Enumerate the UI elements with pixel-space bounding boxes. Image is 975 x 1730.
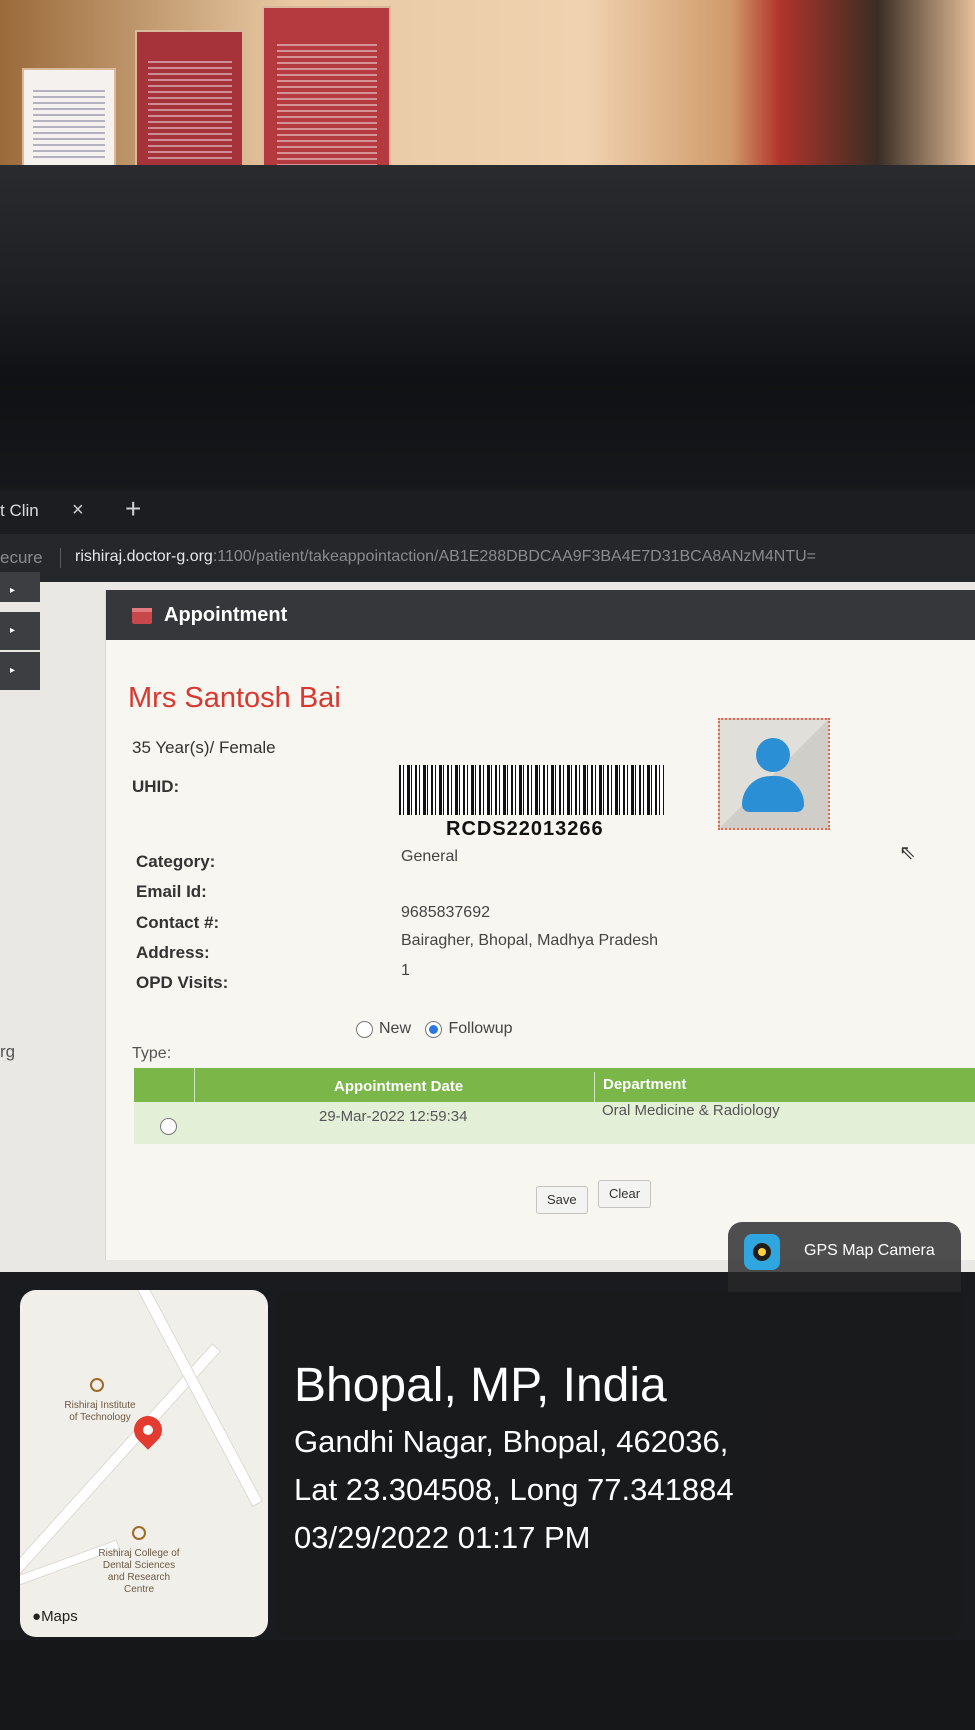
type-option-followup[interactable]: Followup [425, 1020, 513, 1038]
table-header-select [134, 1068, 195, 1102]
divider [60, 548, 61, 568]
opd-visits-value: 1 [401, 962, 410, 979]
panel-header: Appointment [106, 590, 975, 640]
new-tab-button[interactable]: + [125, 493, 141, 525]
desk-surface [0, 1640, 975, 1730]
close-icon[interactable]: × [72, 499, 84, 522]
uhid-label: UHID: [132, 777, 180, 796]
contact-label: Contact #: [136, 913, 220, 932]
gps-info-card: Bhopal, MP, India Gandhi Nagar, Bhopal, … [276, 1292, 961, 1637]
gps-address: Gandhi Nagar, Bhopal, 462036, [294, 1424, 729, 1459]
radio-label: New [379, 1020, 412, 1037]
radio-button[interactable] [356, 1020, 373, 1038]
radio-button-checked[interactable] [425, 1020, 443, 1038]
browser-tab[interactable]: t Clin × [0, 490, 115, 530]
address-label: Address: [136, 943, 210, 962]
maps-logo-text: Maps [41, 1608, 78, 1625]
url-host: rishiraj.doctor-g.org [75, 548, 213, 565]
gps-coordinates: Lat 23.304508, Long 77.341884 [294, 1472, 734, 1507]
row-select-radio[interactable] [160, 1118, 177, 1135]
appointment-table: Appointment Date Department 29-Mar-2022 … [134, 1068, 975, 1144]
url-path: :1100/patient/takeappointaction/AB1E288D… [212, 548, 816, 565]
clear-button[interactable]: Clear [598, 1180, 652, 1208]
poi-marker-icon [132, 1526, 146, 1540]
browser-tabbar: t Clin × + [0, 490, 975, 530]
calendar-icon [132, 608, 152, 624]
map-thumbnail: Rishiraj Institute of Technology Rishira… [20, 1290, 268, 1637]
gps-datetime: 03/29/2022 01:17 PM [294, 1520, 591, 1555]
opd-visits-label: OPD Visits: [136, 973, 229, 992]
type-option-new[interactable]: New [356, 1020, 411, 1038]
appointment-department: Oral Medicine & Radiology [602, 1102, 780, 1119]
security-label[interactable]: ecure [0, 548, 43, 568]
avatar-icon [756, 738, 790, 772]
table-header-department: Department [594, 1072, 686, 1102]
uhid-value: RCDS22013266 [446, 818, 604, 840]
type-radio-group: New Followup [356, 1020, 523, 1038]
sidebar-text: rg [0, 1042, 16, 1061]
poi-marker-icon [90, 1378, 104, 1392]
chevron-right-icon: ▸ [10, 585, 16, 596]
url-text[interactable]: rishiraj.doctor-g.org:1100/patient/takea… [75, 548, 816, 566]
email-label: Email Id: [136, 882, 207, 901]
mouse-cursor-icon: ⇖ [899, 842, 916, 864]
wall-poster [262, 6, 391, 188]
category-value: General [401, 848, 458, 865]
gps-app-tab: GPS Map Camera [728, 1222, 961, 1292]
address-value: Bairagher, Bhopal, Madhya Pradesh [401, 932, 659, 949]
radio-label: Followup [448, 1020, 513, 1037]
avatar-icon [742, 776, 804, 812]
apple-icon: ● [32, 1608, 42, 1625]
chevron-right-icon: ▸ [10, 625, 16, 636]
map-road [129, 1290, 264, 1507]
gps-city: Bhopal, MP, India [294, 1359, 667, 1412]
wall-poster [135, 30, 244, 179]
contact-value: 9685837692 [401, 904, 490, 921]
table-header-date: Appointment Date [334, 1078, 464, 1095]
appointment-panel: Appointment Mrs Santosh Bai 35 Year(s)/ … [105, 590, 975, 1260]
save-button[interactable]: Save [536, 1186, 588, 1214]
left-sidebar: ▸ ▸ ▸ [0, 572, 40, 692]
chevron-right-icon: ▸ [10, 665, 16, 676]
type-label: Type: [132, 1045, 172, 1062]
table-header: Appointment Date Department [134, 1068, 975, 1102]
sidebar-toggle[interactable]: ▸ [0, 572, 40, 602]
tab-title: t Clin [0, 501, 39, 520]
sidebar-toggle[interactable]: ▸ [0, 612, 40, 650]
patient-age-gender: 35 Year(s)/ Female [132, 738, 276, 757]
category-label: Category: [136, 852, 216, 871]
address-bar[interactable]: ecure rishiraj.doctor-g.org:1100/patient… [0, 534, 975, 582]
gps-camera-icon [744, 1234, 780, 1270]
patient-name: Mrs Santosh Bai [128, 682, 341, 714]
maps-logo: ●Maps [32, 1608, 78, 1625]
page-content: ▸ ▸ ▸ rg Appointment Mrs Santosh Bai 35 … [0, 572, 975, 1272]
uhid-barcode [399, 765, 664, 815]
patient-photo[interactable] [718, 718, 830, 830]
gps-app-name: GPS Map Camera [804, 1242, 935, 1259]
table-row[interactable]: 29-Mar-2022 12:59:34 Oral Medicine & Rad… [134, 1102, 975, 1144]
monitor-bezel [0, 165, 975, 495]
map-poi-label: Rishiraj College of Dental Sciences and … [98, 1548, 180, 1595]
map-poi-label: Rishiraj Institute of Technology [64, 1400, 136, 1423]
appointment-date: 29-Mar-2022 12:59:34 [319, 1108, 468, 1125]
panel-title: Appointment [164, 604, 288, 626]
wall-poster [22, 68, 116, 172]
sidebar-toggle[interactable]: ▸ [0, 652, 40, 690]
